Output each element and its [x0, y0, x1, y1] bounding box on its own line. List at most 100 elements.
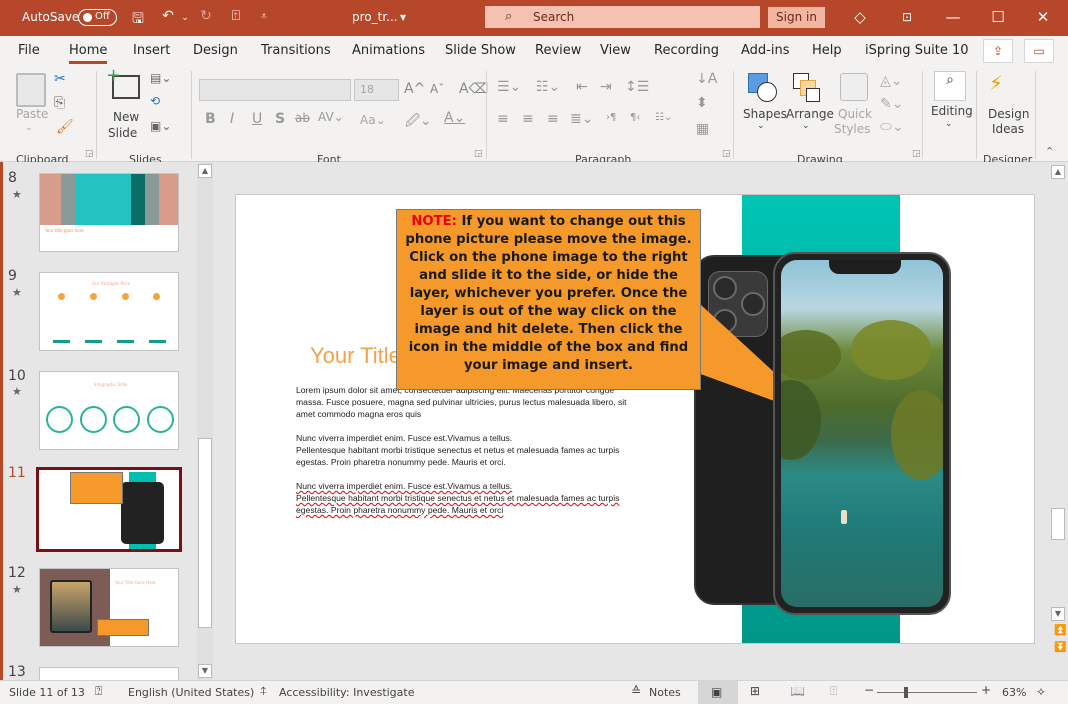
quick-styles-label[interactable]: Styles: [834, 122, 870, 136]
comments-button[interactable]: ▭: [1024, 39, 1054, 63]
ltr-icon[interactable]: ›¶: [606, 112, 616, 123]
tab-file[interactable]: File: [18, 43, 40, 58]
zoom-level[interactable]: 63%: [1002, 686, 1026, 699]
redo-icon[interactable]: ↻: [196, 8, 216, 24]
scroll-thumb[interactable]: [1051, 508, 1065, 540]
body-paragraph-3[interactable]: Nunc viverra imperdiet enim. Fusce est.V…: [296, 480, 641, 516]
slide-thumbnail-9[interactable]: Our Packages Price: [39, 272, 179, 351]
notes-icon[interactable]: ≙: [631, 684, 641, 698]
tab-ispring[interactable]: iSpring Suite 10: [865, 43, 969, 58]
editor-scrollbar[interactable]: ▲ ▼ ⏫ ⏬: [1049, 162, 1068, 680]
shrink-font-icon[interactable]: Aˇ: [430, 82, 444, 96]
minimize-icon[interactable]: —: [943, 8, 963, 26]
fit-to-window-icon[interactable]: ⟡: [1037, 684, 1045, 699]
body-paragraph-2[interactable]: Nunc viverra imperdiet enim. Fusce est.V…: [296, 432, 641, 468]
tab-review[interactable]: Review: [535, 43, 581, 58]
decrease-indent-icon[interactable]: ⇤: [576, 79, 588, 95]
tab-design[interactable]: Design: [193, 43, 238, 58]
bullets-icon[interactable]: ☰⌄: [497, 79, 521, 95]
slide-thumbnail-10[interactable]: Infographic Slide: [39, 371, 179, 450]
font-size-combobox[interactable]: 18: [354, 79, 399, 101]
align-right-icon[interactable]: ≡: [547, 111, 559, 127]
scroll-up-button[interactable]: ▲: [198, 164, 212, 178]
font-name-combobox[interactable]: [199, 79, 351, 101]
slide-title[interactable]: Your Title: [310, 343, 401, 369]
zoom-out-button[interactable]: −: [864, 683, 874, 697]
note-callout[interactable]: NOTE: If you want to change out this pho…: [396, 209, 701, 390]
columns-icon[interactable]: ☷⌄: [655, 112, 672, 123]
new-slide-button[interactable]: New: [113, 110, 139, 124]
line-spacing-icon[interactable]: ↕☰: [625, 79, 649, 95]
tab-animations[interactable]: Animations: [352, 43, 425, 58]
slideshow-view-icon[interactable]: ⍐: [830, 684, 837, 699]
shape-outline-icon[interactable]: ✎⌄: [880, 96, 903, 112]
design-ideas-label[interactable]: Ideas: [992, 122, 1024, 136]
autosave-toggle[interactable]: Off: [78, 9, 117, 26]
editing-dropdown-icon[interactable]: ⌄: [945, 119, 953, 129]
tab-insert[interactable]: Insert: [133, 43, 170, 58]
scroll-up-button[interactable]: ▲: [1051, 165, 1065, 179]
tab-recording[interactable]: Recording: [654, 43, 719, 58]
clipboard-launcher-icon[interactable]: ◲: [85, 149, 94, 159]
arrange-dropdown-icon[interactable]: ⌄: [802, 121, 810, 131]
design-ideas-button[interactable]: Design: [988, 107, 1029, 121]
editing-button[interactable]: Editing: [931, 104, 973, 118]
tab-view[interactable]: View: [600, 43, 631, 58]
spelling-check-icon[interactable]: ⍰: [95, 684, 102, 699]
paste-dropdown-icon[interactable]: ⌄: [25, 123, 33, 133]
sign-in-button[interactable]: Sign in: [768, 7, 825, 28]
rtl-icon[interactable]: ¶‹: [630, 112, 640, 123]
arrange-button[interactable]: Arrange: [786, 107, 834, 121]
smartart-icon[interactable]: ▦: [696, 121, 709, 137]
present-icon[interactable]: ⍐: [226, 8, 246, 24]
next-slide-icon[interactable]: ⏬: [1054, 642, 1066, 653]
language-status[interactable]: English (United States): [128, 686, 254, 699]
slide-thumbnail-13[interactable]: [39, 667, 179, 680]
shape-fill-icon[interactable]: ◬⌄: [880, 73, 903, 89]
slide-sorter-icon[interactable]: ⊞: [750, 684, 760, 698]
shapes-dropdown-icon[interactable]: ⌄: [757, 121, 765, 131]
title-dropdown-icon[interactable]: ▼: [400, 13, 406, 22]
shapes-button[interactable]: Shapes: [743, 107, 787, 121]
slide-thumbnail-12[interactable]: Your Title Goes Here: [39, 568, 179, 647]
text-direction-icon[interactable]: ↓A: [696, 71, 717, 87]
tab-transitions[interactable]: Transitions: [261, 43, 331, 58]
document-title[interactable]: pro_tr...: [352, 10, 398, 24]
customize-quick-access-icon[interactable]: ⩡: [254, 11, 274, 22]
layout-icon[interactable]: ▤⌄: [150, 71, 171, 85]
underline-icon[interactable]: U: [252, 111, 262, 127]
quick-styles-button[interactable]: Quick: [838, 107, 872, 121]
slide-thumbnail-8[interactable]: Your title goes here: [39, 173, 179, 252]
align-text-icon[interactable]: ⬍: [696, 95, 708, 111]
new-slide-label[interactable]: Slide: [108, 126, 137, 140]
zoom-in-button[interactable]: +: [981, 683, 991, 697]
collapse-ribbon-icon[interactable]: ⌃: [1045, 145, 1054, 158]
strikethrough-icon[interactable]: ab: [295, 111, 310, 125]
tab-home[interactable]: Home: [69, 43, 108, 64]
change-case-button[interactable]: Aa⌄: [360, 113, 386, 127]
format-painter-icon[interactable]: 🖌: [56, 119, 74, 135]
font-launcher-icon[interactable]: ◲: [474, 149, 483, 159]
shadow-icon[interactable]: S: [275, 111, 285, 127]
character-spacing-icon[interactable]: AV⌄: [318, 110, 344, 124]
accessibility-status[interactable]: Accessibility: Investigate: [279, 686, 415, 699]
tab-help[interactable]: Help: [812, 43, 842, 58]
zoom-slider[interactable]: [877, 692, 977, 693]
normal-view-button[interactable]: ▣: [698, 681, 738, 704]
cut-icon[interactable]: ✂: [54, 71, 66, 87]
bold-icon[interactable]: B: [205, 111, 216, 127]
zoom-slider-thumb[interactable]: [904, 687, 908, 698]
maximize-icon[interactable]: ☐: [988, 8, 1008, 26]
scroll-thumb[interactable]: [198, 438, 212, 628]
numbering-icon[interactable]: ☷⌄: [536, 79, 560, 95]
italic-icon[interactable]: I: [230, 111, 234, 127]
grow-font-icon[interactable]: A^: [404, 81, 425, 97]
scroll-down-button[interactable]: ▼: [198, 664, 212, 678]
undo-dropdown-icon[interactable]: ⌄: [175, 13, 195, 23]
save-icon[interactable]: 🖫: [128, 8, 148, 32]
previous-slide-icon[interactable]: ⏫: [1054, 625, 1066, 636]
drawing-launcher-icon[interactable]: ◲: [912, 149, 921, 159]
clear-formatting-icon[interactable]: A⌫: [459, 81, 488, 97]
justify-icon[interactable]: ≣⌄: [570, 111, 593, 127]
slide-thumbnail-11-selected[interactable]: [36, 467, 182, 552]
